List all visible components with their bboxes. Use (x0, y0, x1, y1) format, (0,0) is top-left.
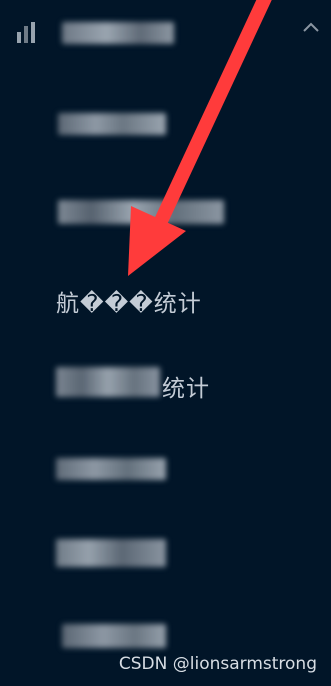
menu-item-2[interactable] (0, 182, 331, 242)
submenu-title[interactable] (0, 0, 331, 64)
bar-chart-icon (14, 20, 50, 46)
watermark: CSDN @lionsarmstrong (118, 654, 317, 674)
menu-item-label-blurred (56, 367, 160, 397)
menu-item-statistics[interactable]: 统计 (0, 355, 331, 415)
menu-item-label-blurred (56, 458, 166, 480)
menu-item-label-blurred (56, 539, 166, 567)
submenu-label-blurred (62, 22, 174, 44)
menu-item-flight-statistics[interactable]: 航���统计 (0, 270, 331, 330)
chevron-up-icon[interactable] (301, 18, 321, 38)
menu-item-label: 统计 (162, 376, 210, 402)
sidebar-menu: 航���统计 统计 CSDN @lionsarmstrong (0, 0, 331, 686)
menu-item-label-blurred (62, 624, 166, 648)
menu-item-label-blurred (58, 200, 224, 224)
menu-item-label-blurred (58, 113, 166, 135)
menu-item-label: 航���统计 (56, 291, 202, 317)
menu-item-5[interactable] (0, 440, 331, 500)
menu-item-1[interactable] (0, 95, 331, 155)
menu-item-6[interactable] (0, 525, 331, 585)
